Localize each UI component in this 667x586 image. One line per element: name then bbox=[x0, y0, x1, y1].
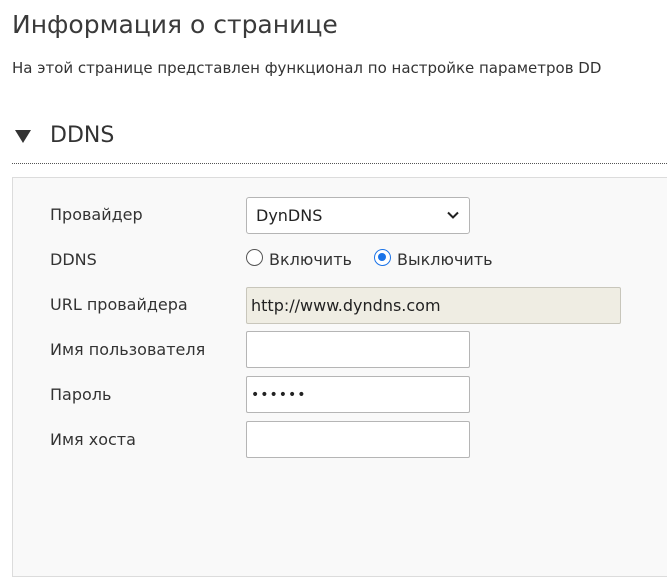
hostname-field[interactable] bbox=[246, 421, 470, 458]
ddns-enable-label[interactable]: Включить bbox=[269, 249, 352, 271]
ddns-enable-radio[interactable] bbox=[246, 249, 263, 266]
provider-select-value: DynDNS bbox=[256, 206, 323, 225]
provider-label: Провайдер bbox=[50, 205, 143, 224]
provider-url-value: http://www.dyndns.com bbox=[251, 296, 441, 315]
hostname-label: Имя хоста bbox=[50, 430, 136, 449]
password-label: Пароль bbox=[50, 385, 112, 404]
chevron-down-icon bbox=[447, 211, 459, 219]
page-description: На этой странице представлен функционал … bbox=[12, 59, 602, 77]
username-label: Имя пользователя bbox=[50, 340, 206, 359]
password-value: •••••• bbox=[251, 387, 307, 403]
provider-url-field: http://www.dyndns.com bbox=[246, 287, 621, 324]
provider-select[interactable]: DynDNS bbox=[246, 197, 470, 234]
section-title: DDNS bbox=[50, 123, 115, 148]
ddns-disable-radio[interactable] bbox=[374, 249, 391, 266]
triangle-down-icon[interactable] bbox=[15, 130, 31, 143]
password-field[interactable]: •••••• bbox=[246, 376, 470, 413]
ddns-disable-label[interactable]: Выключить bbox=[397, 249, 493, 271]
ddns-section-header[interactable]: DDNS bbox=[12, 119, 667, 164]
username-field[interactable] bbox=[246, 331, 470, 368]
provider-url-label: URL провайдера bbox=[50, 295, 188, 314]
ddns-label: DDNS bbox=[50, 250, 97, 269]
page-title: Информация о странице bbox=[12, 10, 338, 39]
page: Информация о странице На этой странице п… bbox=[0, 0, 667, 586]
